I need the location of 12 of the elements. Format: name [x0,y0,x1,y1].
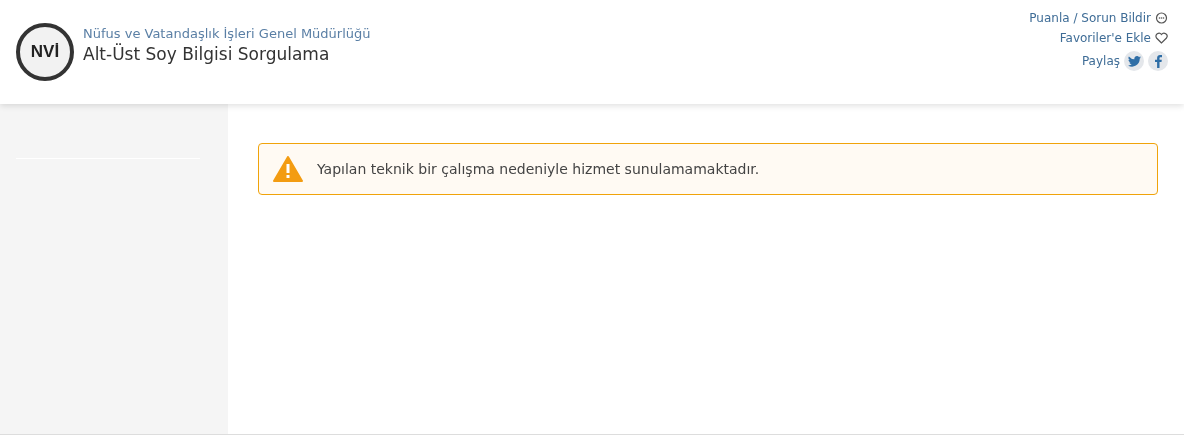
chat-icon [1155,11,1168,25]
alert-message: Yapılan teknik bir çalışma nedeniyle hizmet sunulamamaktadır. [317,161,760,177]
facebook-f-icon[interactable] [1148,51,1168,71]
share-label: Paylaş [1081,54,1120,68]
warning-icon [273,156,303,182]
twitter-bird-icon[interactable] [1124,51,1144,71]
page-title: Alt-Üst Soy Bilgisi Sorgulama [83,44,331,64]
organization-name: Nüfus ve Vatandaşlık İşleri Genel Müdürlüğü [83,26,371,41]
heart-icon [1155,32,1168,44]
favorite-link[interactable]: Favoriler'e Ekle [1059,31,1168,45]
feedback-link[interactable]: Puanla / Sorun Bildir [1029,11,1168,25]
logo: NVİ [16,23,74,81]
